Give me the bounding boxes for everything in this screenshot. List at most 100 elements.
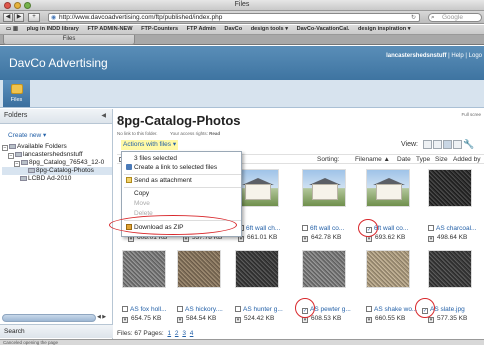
menu-item-send-attachment[interactable]: Send as attachment [122, 176, 241, 185]
logout-link[interactable]: Logo [469, 53, 482, 59]
file-thumbnail[interactable] [177, 250, 221, 288]
file-thumbnail[interactable] [366, 250, 410, 288]
bookmark-item[interactable]: FTP ADMIN-NEW [87, 26, 132, 32]
help-link[interactable]: Help [451, 53, 463, 59]
add-bookmark-button[interactable]: + [28, 13, 40, 22]
tree-item-8pg-catalog[interactable]: −8pg_Catalog_76543_12-0 [2, 159, 112, 167]
file-thumbnail[interactable] [428, 169, 472, 207]
folders-title: Folders [4, 112, 28, 119]
address-bar[interactable]: ◉ http://www.davcoadvertising.com/ftp/pu… [48, 13, 420, 22]
forward-button[interactable]: ▶ [14, 13, 24, 22]
file-thumbnail[interactable] [428, 250, 472, 288]
tree-item-lcbd-ad-2010[interactable]: LCBD Ad-2010 [2, 175, 112, 183]
file-info-icon[interactable]: ▾ [366, 317, 372, 323]
back-button[interactable]: ◀ [3, 13, 13, 22]
username-link[interactable]: lancastershedsnstuff [386, 53, 446, 59]
page-link-2[interactable]: 2 [175, 330, 179, 337]
collapse-panel-icon[interactable]: ◀ [101, 109, 106, 123]
bookmark-item[interactable]: design tools ▾ [251, 26, 288, 32]
file-info-icon[interactable]: ▾ [428, 236, 434, 242]
sort-type[interactable]: Type [416, 155, 430, 164]
file-name[interactable]: 6ft wall co... [302, 225, 356, 232]
annotation-circle-checkbox [415, 298, 435, 318]
file-name[interactable]: AS hickory.... [177, 306, 231, 313]
link-icon [126, 164, 132, 170]
sort-filename[interactable]: Filename ▲ [355, 155, 390, 164]
menu-item-move: Move [134, 200, 150, 207]
file-checkbox[interactable] [428, 225, 434, 231]
file-checkbox[interactable] [366, 306, 372, 312]
file-info-icon[interactable]: ▾ [302, 236, 308, 242]
folders-panel: Folders ◀ Create new ▾ − Available Folder… [0, 109, 113, 339]
collapse-toggle-icon[interactable]: − [14, 161, 20, 167]
tree-item-lancastershedsnstuff[interactable]: − lancastershedsnstuff [2, 151, 112, 159]
menu-divider [124, 187, 241, 188]
menu-item-copy[interactable]: Copy [122, 189, 241, 198]
folder-icon [11, 84, 23, 94]
tree-item-8pg-catalog-photos[interactable]: 8pg-Catalog-Photos [2, 167, 112, 175]
file-info-icon[interactable]: ▾ [428, 317, 434, 323]
view-thumbnails-icon[interactable] [423, 140, 432, 149]
search-panel-header[interactable]: Search [0, 324, 113, 338]
file-thumbnail[interactable] [366, 169, 410, 207]
envelope-icon [126, 177, 132, 183]
file-info-icon[interactable]: ▾ [177, 317, 183, 323]
pages-label: Pages: [143, 330, 164, 337]
search-input[interactable]: ⌕ Google [428, 13, 482, 22]
file-thumbnail[interactable] [122, 250, 166, 288]
tree-item-available-folders[interactable]: − Available Folders [2, 143, 112, 151]
bookmark-item[interactable]: DavCo-VacationCal. [297, 26, 350, 32]
page-link-1[interactable]: 1 [167, 330, 171, 337]
bookmark-item[interactable]: design inspiration ▾ [358, 26, 411, 32]
files-app-button[interactable]: Files [3, 80, 30, 107]
window-title: Files [234, 1, 250, 8]
folders-horizontal-scrollbar[interactable] [2, 314, 96, 322]
folders-panel-header: Folders ◀ [0, 109, 112, 124]
file-thumbnail[interactable] [302, 169, 346, 207]
reload-icon[interactable]: ↻ [411, 14, 416, 21]
file-name[interactable]: AS fox holl... [122, 306, 176, 313]
file-info-icon[interactable]: ▾ [235, 317, 241, 323]
view-details-icon[interactable] [453, 140, 462, 149]
file-info-icon[interactable]: ▾ [122, 317, 128, 323]
actions-with-files-button[interactable]: Actions with files ▾ [121, 140, 179, 150]
file-checkbox[interactable] [122, 306, 128, 312]
create-new-menu[interactable]: Create new ▾ [8, 131, 112, 139]
access-rights: Your access rights: Read [170, 131, 221, 136]
sort-size[interactable]: Size [435, 155, 448, 164]
page-link-3[interactable]: 3 [182, 330, 186, 337]
bookmark-item[interactable]: FTP-Counters [141, 26, 178, 32]
app-icon-strip: Files [0, 80, 484, 108]
user-links: lancastershedsnstuff | Help | Logo [386, 53, 482, 59]
file-size: ▾ 577.35 KB [428, 315, 468, 323]
sort-added-by[interactable]: Added by [453, 155, 480, 164]
file-name[interactable]: AS shake wo... [366, 306, 420, 313]
scroll-arrows-icon[interactable]: ◀ ▶ [97, 314, 111, 322]
tab-files[interactable]: Files [3, 35, 135, 45]
annotation-circle-checkbox [358, 219, 378, 237]
page-link-4[interactable]: 4 [190, 330, 194, 337]
file-name[interactable]: AS charcoal... [428, 225, 482, 232]
file-count: Files: 67 [117, 330, 142, 337]
bookmarks-icon[interactable]: ▭ ▥ [6, 26, 18, 32]
bookmark-item[interactable]: plug in INDD library [27, 26, 79, 32]
file-checkbox[interactable] [302, 225, 308, 231]
app-header: DavCo Advertising lancastershedsnstuff |… [0, 46, 484, 80]
file-checkbox[interactable] [235, 306, 241, 312]
full-screen-link[interactable]: Full scree [461, 112, 481, 117]
sort-date[interactable]: Date [397, 155, 411, 164]
bookmark-item[interactable]: DavCo [224, 26, 242, 32]
menu-divider [124, 174, 241, 175]
file-thumbnail[interactable] [302, 250, 346, 288]
view-tiles-icon[interactable] [433, 140, 442, 149]
browser-toolbar: ◀ ▶ + ◉ http://www.davcoadvertising.com/… [0, 11, 484, 24]
file-thumbnail[interactable] [235, 250, 279, 288]
menu-item-create-link[interactable]: Create a link to selected files [122, 163, 241, 172]
pagination: Files: 67 Pages: 1 2 3 4 [117, 330, 193, 337]
file-name[interactable]: AS hunter g... [235, 306, 289, 313]
wrench-icon[interactable]: 🔧 [463, 139, 474, 150]
bookmark-item[interactable]: FTP Admin [187, 26, 216, 32]
file-name[interactable]: 6ft wall ch... [238, 225, 292, 232]
file-checkbox[interactable] [177, 306, 183, 312]
view-list-icon[interactable] [443, 140, 452, 149]
